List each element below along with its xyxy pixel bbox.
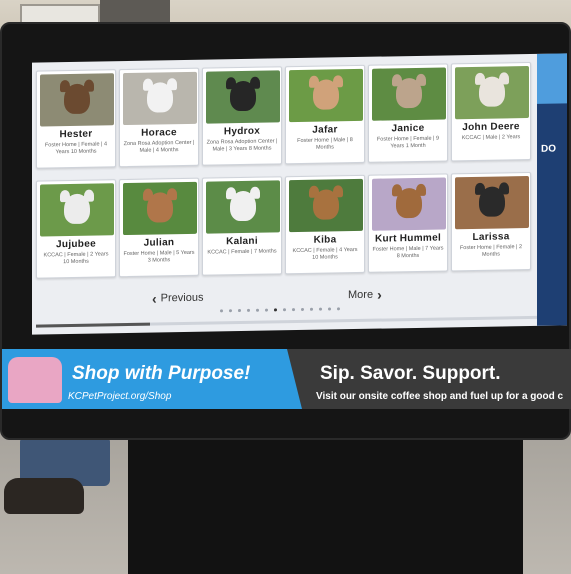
pet-name: Hydrox bbox=[223, 125, 261, 138]
pet-photo bbox=[372, 67, 446, 121]
pet-photo bbox=[372, 177, 446, 231]
kiosk-stand bbox=[128, 430, 523, 574]
pet-name: Janice bbox=[391, 122, 425, 135]
previous-label: Previous bbox=[160, 291, 204, 305]
pet-photo bbox=[455, 65, 529, 120]
dog-head bbox=[230, 190, 256, 222]
person-shoe bbox=[4, 478, 84, 514]
pet-photo bbox=[123, 71, 197, 126]
page-dot[interactable] bbox=[337, 307, 340, 311]
pet-name: Hester bbox=[59, 128, 93, 141]
pet-name: Jafar bbox=[312, 124, 338, 136]
dog-head bbox=[147, 192, 173, 223]
dog-head bbox=[147, 82, 173, 113]
pet-details: KCCAC | Female | 4 Years 10 Months bbox=[292, 246, 358, 261]
pet-photo bbox=[206, 70, 280, 124]
pet-card[interactable]: Janice Foster Home | Female | 9 Years 1 M… bbox=[368, 63, 448, 163]
pet-card[interactable]: Jujubee KCCAC | Female | 2 Years 10 Month… bbox=[36, 179, 116, 279]
coffee-title: Sip. Savor. Support. bbox=[320, 363, 501, 384]
dog-head bbox=[64, 83, 90, 115]
page-dot[interactable] bbox=[247, 308, 250, 312]
pet-photo bbox=[40, 73, 114, 127]
kiosk-screen: Hester Foster Home | Female | 4 Years 10 … bbox=[32, 53, 567, 335]
pet-card[interactable]: Horace Zona Rosa Adoption Center | Male |… bbox=[119, 67, 199, 168]
pet-name: Jujubee bbox=[56, 238, 96, 251]
pet-name: Larissa bbox=[472, 231, 510, 243]
pet-name: John Deere bbox=[462, 121, 520, 134]
shop-banner: Shop with Purpose! KCPetProject.org/Shop bbox=[2, 349, 302, 409]
pet-photo bbox=[123, 181, 197, 236]
coffee-subtitle: Visit our onsite coffee shop and fuel up… bbox=[316, 391, 564, 402]
page-dot[interactable] bbox=[238, 309, 241, 313]
page-dot[interactable] bbox=[310, 307, 313, 311]
pet-card[interactable]: Hydrox Zona Rosa Adoption Center | Male |… bbox=[202, 66, 282, 166]
dog-head bbox=[313, 79, 339, 110]
pet-details: Foster Home | Male | 5 Years 3 Months bbox=[123, 249, 195, 264]
previous-button[interactable]: ‹ Previous bbox=[152, 289, 204, 307]
page-dots bbox=[220, 307, 340, 313]
dog-head bbox=[396, 187, 422, 219]
pagination-nav: ‹ Previous More › bbox=[32, 282, 532, 313]
chevron-right-icon: › bbox=[377, 286, 382, 303]
pet-details: Foster Home | Female | 2 Months bbox=[459, 244, 523, 258]
pet-card[interactable]: Julian Foster Home | Male | 5 Years 3 Mon… bbox=[119, 177, 199, 278]
shop-url: KCPetProject.org/Shop bbox=[68, 391, 172, 402]
pet-card[interactable]: Kiba KCCAC | Female | 4 Years 10 Months bbox=[285, 174, 365, 275]
pet-photo bbox=[455, 175, 529, 230]
pet-card[interactable]: Jafar Foster Home | Male | 8 Months bbox=[285, 64, 365, 165]
dog-head bbox=[230, 80, 256, 112]
pet-name: Horace bbox=[141, 127, 177, 139]
dog-head bbox=[396, 77, 422, 109]
pet-card[interactable]: Kalani KCCAC | Female | 7 Months bbox=[202, 176, 282, 276]
page-dot[interactable] bbox=[274, 308, 277, 312]
pet-card[interactable]: John Deere KCCAC | Male | 2 Years bbox=[451, 61, 531, 162]
pet-name: Kurt Hummel bbox=[374, 232, 442, 245]
pet-details: KCCAC | Female | 7 Months bbox=[207, 248, 277, 256]
page-dot[interactable] bbox=[301, 307, 304, 311]
pet-photo bbox=[289, 68, 363, 123]
pet-name: Kiba bbox=[313, 234, 337, 246]
page-dot[interactable] bbox=[265, 308, 268, 312]
scroll-progress-bar bbox=[36, 315, 556, 328]
pet-photo bbox=[206, 180, 280, 234]
more-button[interactable]: More › bbox=[348, 286, 382, 303]
pet-card[interactable]: Larissa Foster Home | Female | 2 Months bbox=[451, 171, 531, 272]
chevron-left-icon: ‹ bbox=[152, 289, 157, 307]
tshirt-image bbox=[8, 357, 62, 403]
more-label: More bbox=[348, 288, 374, 302]
pet-details: Zona Rosa Adoption Center | Male | 4 Mon… bbox=[123, 139, 195, 154]
right-side-panel: DO bbox=[537, 53, 567, 326]
pet-name: Julian bbox=[143, 237, 175, 249]
pet-photo bbox=[40, 183, 114, 237]
pet-grid: Hester Foster Home | Female | 4 Years 10 … bbox=[36, 61, 534, 279]
dog-head bbox=[479, 76, 505, 107]
kiosk-frame: Hester Foster Home | Female | 4 Years 10 … bbox=[0, 22, 571, 440]
page-dot[interactable] bbox=[328, 307, 331, 311]
dog-head bbox=[313, 189, 339, 220]
page-dot[interactable] bbox=[283, 308, 286, 312]
right-panel-text: DO bbox=[541, 143, 556, 155]
pet-photo bbox=[289, 178, 363, 233]
pet-card[interactable]: Hester Foster Home | Female | 4 Years 10 … bbox=[36, 69, 116, 169]
qr-code-area bbox=[537, 53, 567, 104]
pet-details: Zona Rosa Adoption Center | Male | 3 Yea… bbox=[206, 138, 278, 153]
page-dot[interactable] bbox=[229, 309, 232, 313]
page-dot[interactable] bbox=[256, 308, 259, 312]
pet-details: KCCAC | Male | 2 Years bbox=[461, 134, 521, 142]
dog-head bbox=[479, 186, 505, 217]
pet-details: Foster Home | Male | 7 Years 8 Months bbox=[372, 245, 444, 260]
shop-title: Shop with Purpose! bbox=[72, 363, 251, 384]
pet-name: Kalani bbox=[226, 235, 258, 248]
page-dot[interactable] bbox=[319, 307, 322, 311]
pet-details: Foster Home | Female | 4 Years 10 Months bbox=[44, 141, 108, 156]
page-dot[interactable] bbox=[292, 308, 295, 312]
page-dot[interactable] bbox=[220, 309, 223, 313]
pet-details: Foster Home | Male | 8 Months bbox=[297, 137, 353, 151]
pet-card[interactable]: Kurt Hummel Foster Home | Male | 7 Years … bbox=[368, 173, 448, 273]
pet-details: Foster Home | Female | 9 Years 1 Month bbox=[376, 135, 440, 150]
pet-details: KCCAC | Female | 2 Years 10 Months bbox=[43, 251, 109, 266]
scroll-progress-fill bbox=[36, 322, 151, 328]
promo-banner: Shop with Purpose! KCPetProject.org/Shop… bbox=[2, 349, 571, 409]
dog-head bbox=[64, 193, 90, 225]
